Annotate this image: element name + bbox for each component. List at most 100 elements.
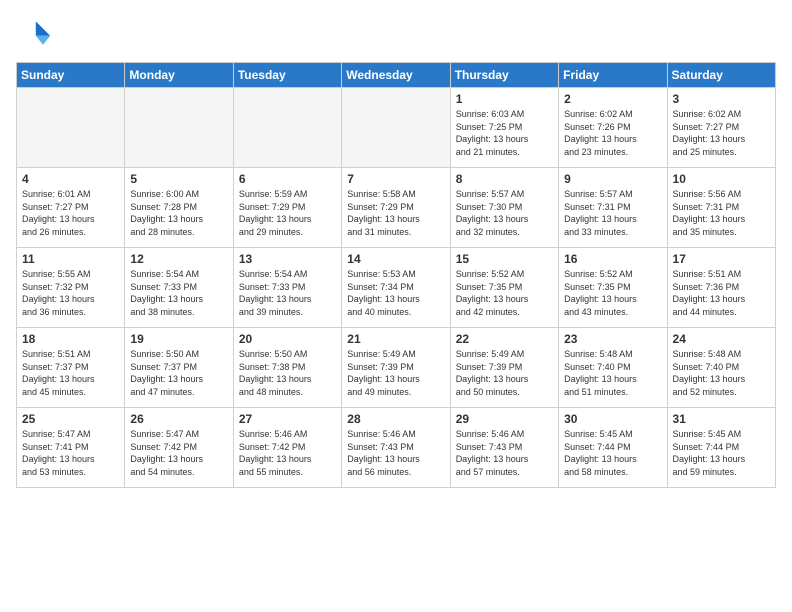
weekday-header-friday: Friday: [559, 63, 667, 88]
day-number: 16: [564, 252, 661, 266]
weekday-header-sunday: Sunday: [17, 63, 125, 88]
day-number: 17: [673, 252, 770, 266]
day-info: Sunrise: 5:45 AMSunset: 7:44 PMDaylight:…: [564, 428, 661, 478]
day-number: 9: [564, 172, 661, 186]
day-number: 29: [456, 412, 553, 426]
day-number: 31: [673, 412, 770, 426]
calendar-week-5: 25Sunrise: 5:47 AMSunset: 7:41 PMDayligh…: [17, 408, 776, 488]
weekday-header-row: SundayMondayTuesdayWednesdayThursdayFrid…: [17, 63, 776, 88]
day-info: Sunrise: 5:57 AMSunset: 7:31 PMDaylight:…: [564, 188, 661, 238]
day-number: 4: [22, 172, 119, 186]
calendar-day-11: 11 Sunrise: 5:55 AMSunset: 7:32 PMDayligh…: [17, 248, 125, 328]
calendar-day-14: 14 Sunrise: 5:53 AMSunset: 7:34 PMDayligh…: [342, 248, 450, 328]
day-number: 23: [564, 332, 661, 346]
day-info: Sunrise: 5:56 AMSunset: 7:31 PMDaylight:…: [673, 188, 770, 238]
day-info: Sunrise: 5:53 AMSunset: 7:34 PMDaylight:…: [347, 268, 444, 318]
calendar-day-27: 27 Sunrise: 5:46 AMSunset: 7:42 PMDayligh…: [233, 408, 341, 488]
day-number: 6: [239, 172, 336, 186]
day-info: Sunrise: 5:49 AMSunset: 7:39 PMDaylight:…: [456, 348, 553, 398]
calendar-week-4: 18Sunrise: 5:51 AMSunset: 7:37 PMDayligh…: [17, 328, 776, 408]
calendar-day-16: 16 Sunrise: 5:52 AMSunset: 7:35 PMDayligh…: [559, 248, 667, 328]
calendar-day-6: 6Sunrise: 5:59 AMSunset: 7:29 PMDaylight…: [233, 168, 341, 248]
day-info: Sunrise: 5:49 AMSunset: 7:39 PMDaylight:…: [347, 348, 444, 398]
day-number: 2: [564, 92, 661, 106]
day-info: Sunrise: 5:58 AMSunset: 7:29 PMDaylight:…: [347, 188, 444, 238]
calendar-day-23: 23 Sunrise: 5:48 AMSunset: 7:40 PMDayligh…: [559, 328, 667, 408]
calendar-day-13: 13 Sunrise: 5:54 AMSunset: 7:33 PMDayligh…: [233, 248, 341, 328]
calendar-day-29: 29 Sunrise: 5:46 AMSunset: 7:43 PMDayligh…: [450, 408, 558, 488]
day-number: 13: [239, 252, 336, 266]
day-info: Sunrise: 5:48 AMSunset: 7:40 PMDaylight:…: [564, 348, 661, 398]
calendar-day-empty: [17, 88, 125, 168]
calendar-day-5: 5 Sunrise: 6:00 AMSunset: 7:28 PMDaylight…: [125, 168, 233, 248]
weekday-header-wednesday: Wednesday: [342, 63, 450, 88]
calendar-day-20: 20Sunrise: 5:50 AMSunset: 7:38 PMDayligh…: [233, 328, 341, 408]
day-info: Sunrise: 5:46 AMSunset: 7:43 PMDaylight:…: [347, 428, 444, 478]
calendar-day-30: 30 Sunrise: 5:45 AMSunset: 7:44 PMDayligh…: [559, 408, 667, 488]
day-info: Sunrise: 5:45 AMSunset: 7:44 PMDaylight:…: [673, 428, 770, 478]
calendar-day-19: 19 Sunrise: 5:50 AMSunset: 7:37 PMDayligh…: [125, 328, 233, 408]
day-number: 15: [456, 252, 553, 266]
day-number: 7: [347, 172, 444, 186]
calendar-day-empty: [342, 88, 450, 168]
logo-icon: [16, 16, 52, 52]
calendar-day-21: 21Sunrise: 5:49 AMSunset: 7:39 PMDayligh…: [342, 328, 450, 408]
day-info: Sunrise: 5:52 AMSunset: 7:35 PMDaylight:…: [564, 268, 661, 318]
logo: [16, 16, 56, 52]
calendar-day-9: 9 Sunrise: 5:57 AMSunset: 7:31 PMDaylight…: [559, 168, 667, 248]
day-info: Sunrise: 5:51 AMSunset: 7:36 PMDaylight:…: [673, 268, 770, 318]
weekday-header-monday: Monday: [125, 63, 233, 88]
calendar-day-31: 31 Sunrise: 5:45 AMSunset: 7:44 PMDayligh…: [667, 408, 775, 488]
day-info: Sunrise: 5:52 AMSunset: 7:35 PMDaylight:…: [456, 268, 553, 318]
calendar-day-empty: [125, 88, 233, 168]
day-info: Sunrise: 6:03 AMSunset: 7:25 PMDaylight:…: [456, 108, 553, 158]
day-info: Sunrise: 5:46 AMSunset: 7:42 PMDaylight:…: [239, 428, 336, 478]
calendar-day-12: 12 Sunrise: 5:54 AMSunset: 7:33 PMDayligh…: [125, 248, 233, 328]
day-info: Sunrise: 5:47 AMSunset: 7:41 PMDaylight:…: [22, 428, 119, 478]
day-number: 11: [22, 252, 119, 266]
day-info: Sunrise: 5:46 AMSunset: 7:43 PMDaylight:…: [456, 428, 553, 478]
day-info: Sunrise: 6:02 AMSunset: 7:26 PMDaylight:…: [564, 108, 661, 158]
weekday-header-tuesday: Tuesday: [233, 63, 341, 88]
day-number: 5: [130, 172, 227, 186]
day-info: Sunrise: 6:00 AMSunset: 7:28 PMDaylight:…: [130, 188, 227, 238]
day-number: 8: [456, 172, 553, 186]
day-info: Sunrise: 5:57 AMSunset: 7:30 PMDaylight:…: [456, 188, 553, 238]
calendar-table: SundayMondayTuesdayWednesdayThursdayFrid…: [16, 62, 776, 488]
day-number: 18: [22, 332, 119, 346]
calendar-week-3: 11 Sunrise: 5:55 AMSunset: 7:32 PMDayligh…: [17, 248, 776, 328]
day-number: 30: [564, 412, 661, 426]
calendar-day-7: 7 Sunrise: 5:58 AMSunset: 7:29 PMDaylight…: [342, 168, 450, 248]
calendar-week-1: 1Sunrise: 6:03 AMSunset: 7:25 PMDaylight…: [17, 88, 776, 168]
calendar-week-2: 4 Sunrise: 6:01 AMSunset: 7:27 PMDaylight…: [17, 168, 776, 248]
day-number: 28: [347, 412, 444, 426]
day-number: 10: [673, 172, 770, 186]
day-info: Sunrise: 5:55 AMSunset: 7:32 PMDaylight:…: [22, 268, 119, 318]
day-info: Sunrise: 6:01 AMSunset: 7:27 PMDaylight:…: [22, 188, 119, 238]
day-info: Sunrise: 5:54 AMSunset: 7:33 PMDaylight:…: [239, 268, 336, 318]
day-number: 12: [130, 252, 227, 266]
day-number: 27: [239, 412, 336, 426]
calendar-day-3: 3Sunrise: 6:02 AMSunset: 7:27 PMDaylight…: [667, 88, 775, 168]
calendar-day-4: 4 Sunrise: 6:01 AMSunset: 7:27 PMDaylight…: [17, 168, 125, 248]
day-number: 14: [347, 252, 444, 266]
day-info: Sunrise: 5:50 AMSunset: 7:37 PMDaylight:…: [130, 348, 227, 398]
day-number: 20: [239, 332, 336, 346]
calendar-day-15: 15 Sunrise: 5:52 AMSunset: 7:35 PMDayligh…: [450, 248, 558, 328]
calendar-day-empty: [233, 88, 341, 168]
day-number: 22: [456, 332, 553, 346]
calendar-day-1: 1Sunrise: 6:03 AMSunset: 7:25 PMDaylight…: [450, 88, 558, 168]
calendar-day-18: 18Sunrise: 5:51 AMSunset: 7:37 PMDayligh…: [17, 328, 125, 408]
day-number: 3: [673, 92, 770, 106]
day-info: Sunrise: 5:48 AMSunset: 7:40 PMDaylight:…: [673, 348, 770, 398]
day-number: 19: [130, 332, 227, 346]
page-header: [16, 16, 776, 52]
calendar-day-28: 28 Sunrise: 5:46 AMSunset: 7:43 PMDayligh…: [342, 408, 450, 488]
weekday-header-thursday: Thursday: [450, 63, 558, 88]
calendar-day-17: 17 Sunrise: 5:51 AMSunset: 7:36 PMDayligh…: [667, 248, 775, 328]
calendar-day-2: 2 Sunrise: 6:02 AMSunset: 7:26 PMDaylight…: [559, 88, 667, 168]
calendar-day-26: 26Sunrise: 5:47 AMSunset: 7:42 PMDayligh…: [125, 408, 233, 488]
calendar-day-25: 25Sunrise: 5:47 AMSunset: 7:41 PMDayligh…: [17, 408, 125, 488]
day-info: Sunrise: 5:54 AMSunset: 7:33 PMDaylight:…: [130, 268, 227, 318]
day-number: 24: [673, 332, 770, 346]
